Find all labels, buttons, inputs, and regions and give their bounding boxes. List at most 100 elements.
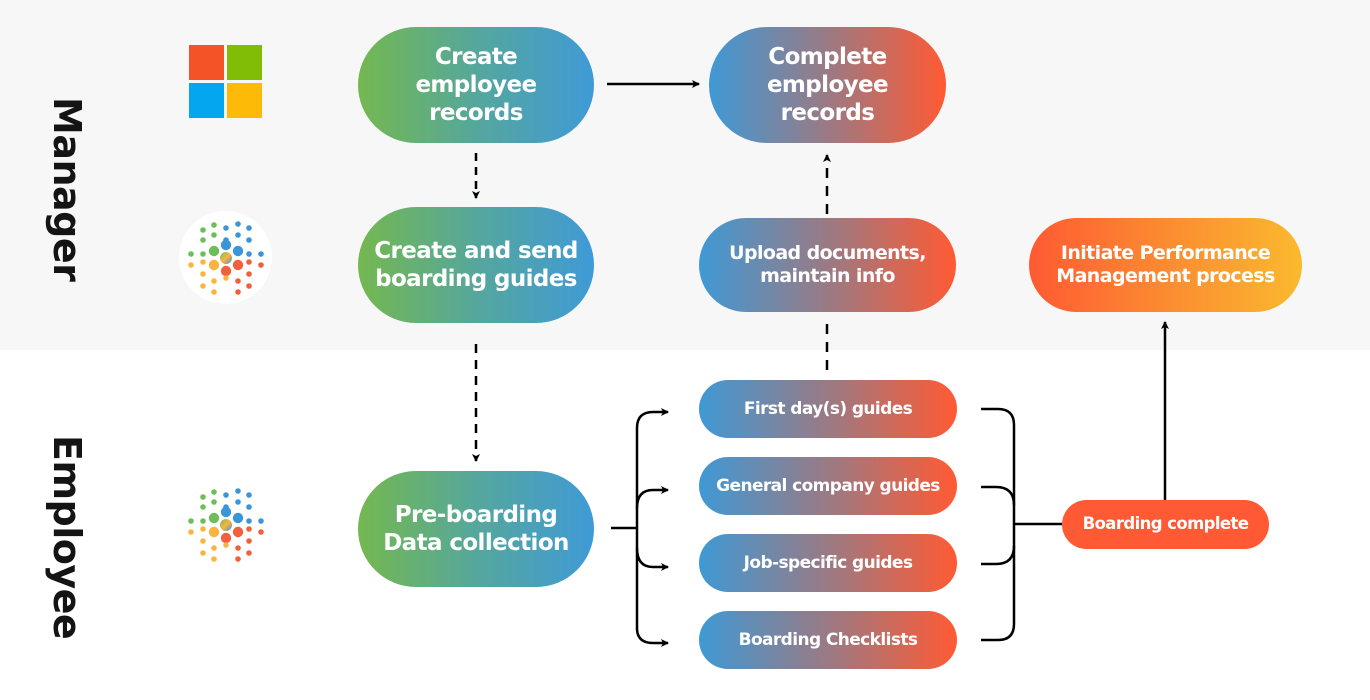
node-line: Complete: [768, 43, 887, 70]
logo-dot: [211, 289, 217, 295]
logo-dot: [200, 251, 206, 257]
logo-dot: [220, 265, 232, 277]
logo-dot: [246, 518, 252, 524]
microsoft-logo-red-square: [189, 45, 224, 80]
node-label: Boarding complete: [1082, 514, 1249, 534]
logo-dot: [200, 550, 206, 556]
logo-dot: [188, 529, 194, 535]
dot-burst-logo-icon: [188, 221, 264, 295]
node-line: Upload documents,: [729, 241, 926, 264]
logo-dot: [208, 526, 220, 538]
node-job-specific-guides[interactable]: Job-specific guides: [699, 534, 957, 592]
logo-dot: [232, 526, 244, 538]
logo-dot: [211, 556, 217, 562]
logo-dot: [200, 526, 206, 532]
logo-dot: [232, 512, 244, 524]
node-create-send-boarding-guides[interactable]: Create and send boarding guides: [358, 207, 594, 323]
logo-dot: [200, 237, 206, 243]
logo-dot: [235, 545, 241, 551]
node-label: Boarding Checklists: [738, 629, 918, 650]
logo-dot: [246, 251, 252, 257]
logo-dot: [246, 492, 252, 498]
logo-dot: [211, 489, 217, 495]
node-line: boarding guides: [375, 266, 577, 292]
logo-dot: [246, 271, 252, 277]
logo-dot: [200, 271, 206, 277]
logo-dot: [223, 504, 229, 510]
logo-dot: [246, 504, 252, 510]
logo-dot: [258, 518, 264, 524]
logo-dot: [246, 538, 252, 544]
logo-dot: [211, 232, 217, 238]
node-line: records: [429, 100, 523, 127]
logo-dot: [200, 504, 206, 510]
logo-dot: [232, 245, 244, 257]
node-label: Job-specific guides: [743, 552, 913, 573]
node-line: Initiate Performance: [1060, 241, 1271, 264]
node-line: Data collection: [383, 530, 569, 556]
logo-dot: [246, 259, 252, 265]
microsoft-logo-icon: [189, 45, 262, 118]
node-initiate-performance-management[interactable]: Initiate Performance Management process: [1029, 218, 1302, 312]
logo-dot: [235, 221, 241, 227]
logo-dot: [188, 251, 194, 257]
logo-dot: [200, 518, 206, 524]
logo-dot: [223, 225, 229, 231]
logo-center-dot: [220, 252, 232, 264]
node-boarding-complete[interactable]: Boarding complete: [1062, 500, 1269, 549]
logo-dot: [246, 550, 252, 556]
logo-dot: [208, 512, 220, 524]
logo-dot: [208, 245, 220, 257]
microsoft-logo-green-square: [227, 45, 262, 80]
logo-dot: [211, 545, 217, 551]
node-line: Pre-boarding: [394, 501, 558, 528]
logo-dot: [223, 237, 229, 243]
node-create-employee-records[interactable]: Create employee records: [358, 27, 594, 143]
logo-dot: [223, 492, 229, 498]
node-upload-documents[interactable]: Upload documents, maintain info: [699, 218, 956, 312]
node-boarding-checklists[interactable]: Boarding Checklists: [699, 611, 957, 669]
node-preboarding-data-collection[interactable]: Pre-boarding Data collection: [358, 471, 594, 587]
logo-dot: [246, 237, 252, 243]
microsoft-logo-yellow-square: [227, 83, 262, 118]
logo-dot: [188, 518, 194, 524]
logo-dot: [235, 499, 241, 505]
logo-dot: [246, 283, 252, 289]
dot-burst-logo-icon: [188, 488, 264, 562]
logo-dot: [246, 225, 252, 231]
node-line: employee records: [766, 71, 889, 127]
logo-dot: [200, 227, 206, 233]
logo-dot: [220, 532, 232, 544]
node-label: First day(s) guides: [743, 398, 913, 419]
logo-dot: [223, 542, 229, 548]
logo-dot: [235, 556, 241, 562]
logo-dot: [232, 259, 244, 271]
node-label: General company guides: [716, 475, 940, 496]
node-line: Create and send: [374, 237, 578, 264]
logo-dot: [258, 262, 264, 268]
logo-dot: [211, 278, 217, 284]
logo-center-dot: [220, 519, 232, 531]
logo-dot: [211, 222, 217, 228]
logo-dot: [200, 259, 206, 265]
node-complete-employee-records[interactable]: Complete employee records: [709, 27, 946, 143]
logo-dot: [223, 275, 229, 281]
logo-dot: [200, 538, 206, 544]
logo-dot: [211, 499, 217, 505]
microsoft-logo-blue-square: [189, 83, 224, 118]
manager-lane-label: Manager: [45, 97, 89, 282]
logo-dot: [200, 283, 206, 289]
node-line: maintain info: [760, 265, 895, 287]
logo-dot: [235, 232, 241, 238]
logo-dot: [258, 529, 264, 535]
logo-dot: [188, 262, 194, 268]
employee-lane-label: Employee: [45, 435, 89, 640]
logo-dot: [235, 278, 241, 284]
logo-dot: [200, 494, 206, 500]
node-line: Create employee: [415, 43, 537, 98]
logo-dot: [235, 289, 241, 295]
logo-dot: [258, 251, 264, 257]
logo-dot: [208, 259, 220, 271]
node-first-days-guides[interactable]: First day(s) guides: [699, 380, 957, 438]
node-general-company-guides[interactable]: General company guides: [699, 457, 957, 515]
